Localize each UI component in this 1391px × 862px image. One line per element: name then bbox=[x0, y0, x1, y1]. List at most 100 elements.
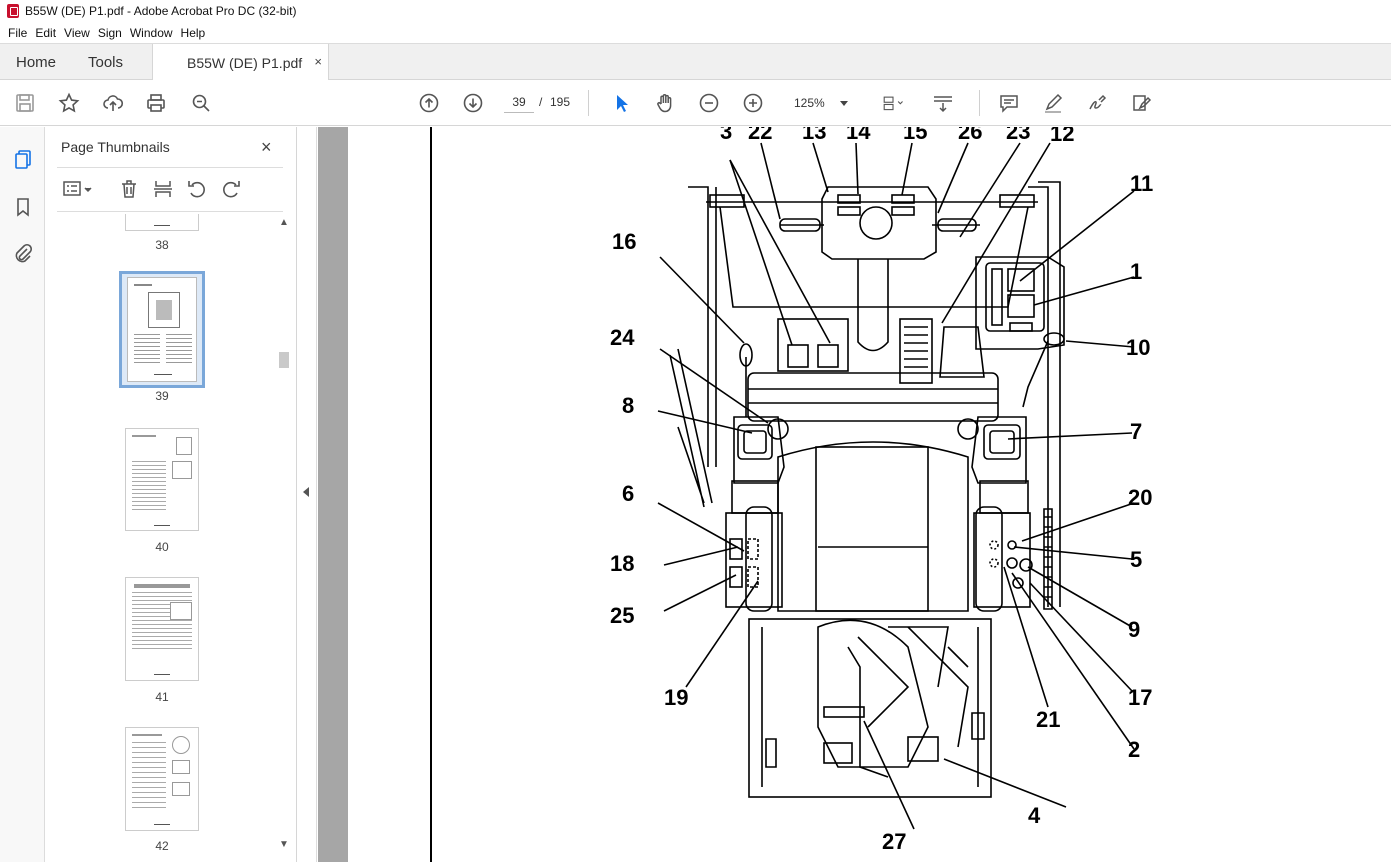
panel-collapse-handle[interactable] bbox=[297, 127, 317, 862]
star-icon[interactable] bbox=[56, 90, 82, 116]
page-thumbnails-icon[interactable] bbox=[11, 147, 35, 171]
thumbnail-label: 40 bbox=[155, 540, 169, 554]
scroll-mode-icon[interactable] bbox=[930, 90, 956, 116]
callout-13: 13 bbox=[802, 127, 826, 144]
toolbar-separator bbox=[979, 90, 980, 116]
page-up-icon[interactable] bbox=[416, 90, 442, 116]
page-down-icon[interactable] bbox=[460, 90, 486, 116]
tab-home[interactable]: Home bbox=[16, 44, 56, 80]
rotate-cw-icon[interactable] bbox=[219, 177, 243, 201]
left-rail bbox=[0, 127, 45, 862]
insert-pages-icon[interactable] bbox=[151, 177, 175, 201]
tab-document-label: B55W (DE) P1.pdf bbox=[187, 54, 303, 71]
window-title: B55W (DE) P1.pdf - Adobe Acrobat Pro DC … bbox=[25, 4, 297, 18]
title-bar: B55W (DE) P1.pdf - Adobe Acrobat Pro DC … bbox=[0, 0, 1391, 22]
rotate-ccw-icon[interactable] bbox=[185, 177, 209, 201]
save-icon[interactable] bbox=[12, 90, 38, 116]
thumbnail-page-selected[interactable] bbox=[119, 271, 205, 388]
callout-17: 17 bbox=[1128, 685, 1152, 710]
callout-15: 15 bbox=[903, 127, 927, 144]
callout-21: 21 bbox=[1036, 707, 1060, 732]
attachment-icon[interactable] bbox=[11, 241, 35, 265]
thumbnail-label: 41 bbox=[155, 690, 169, 704]
callout-24: 24 bbox=[610, 325, 635, 350]
callout-1: 1 bbox=[1130, 259, 1142, 284]
main-toolbar bbox=[0, 80, 1391, 126]
scroll-up-icon[interactable]: ▲ bbox=[279, 217, 289, 228]
thumbnail-page[interactable] bbox=[125, 727, 199, 831]
divider bbox=[57, 211, 283, 212]
print-icon[interactable] bbox=[143, 90, 169, 116]
page-separator: / bbox=[539, 95, 543, 109]
thumbnail-label: 38 bbox=[155, 238, 169, 252]
callout-8: 8 bbox=[622, 393, 634, 418]
callout-16: 16 bbox=[612, 229, 636, 254]
callout-20: 20 bbox=[1128, 485, 1152, 510]
menu-edit[interactable]: Edit bbox=[31, 26, 60, 40]
sign-icon[interactable] bbox=[1084, 90, 1110, 116]
callout-4: 4 bbox=[1028, 803, 1041, 828]
acrobat-app-icon bbox=[7, 4, 19, 18]
callout-5: 5 bbox=[1130, 547, 1142, 572]
scroll-down-icon[interactable]: ▼ bbox=[279, 839, 289, 850]
callout-2: 2 bbox=[1128, 737, 1140, 762]
page-total: 195 bbox=[550, 95, 571, 109]
tab-tools[interactable]: Tools bbox=[88, 44, 123, 80]
callout-10: 10 bbox=[1126, 335, 1150, 360]
panel-title: Page Thumbnails bbox=[61, 139, 170, 155]
tab-close-icon[interactable]: × bbox=[314, 54, 322, 69]
thumbnail-label: 42 bbox=[155, 839, 169, 853]
menu-sign[interactable]: Sign bbox=[94, 26, 126, 40]
thumbnail-label: 39 bbox=[155, 389, 169, 403]
search-zoom-icon[interactable] bbox=[188, 90, 214, 116]
menu-window[interactable]: Window bbox=[126, 26, 177, 40]
menu-bar: File Edit View Sign Window Help bbox=[0, 22, 1391, 43]
zoom-out-icon[interactable] bbox=[696, 90, 722, 116]
chevron-left-icon bbox=[303, 487, 309, 497]
callout-25: 25 bbox=[610, 603, 634, 628]
upload-icon[interactable] bbox=[100, 90, 126, 116]
menu-file[interactable]: File bbox=[4, 26, 31, 40]
cab-controls-diagram: 3 22 13 14 15 26 23 12 11 1 16 24 10 8 7… bbox=[610, 127, 1153, 854]
callout-22: 22 bbox=[748, 127, 772, 144]
select-cursor-icon[interactable] bbox=[608, 90, 634, 116]
tab-document[interactable]: B55W (DE) P1.pdf × bbox=[152, 44, 329, 81]
thumbnail-list: 38 39 40 41 42 bbox=[45, 214, 275, 859]
thumbnail-scrollbar[interactable]: ▲ ▼ bbox=[277, 217, 291, 857]
zoom-select[interactable]: 125% bbox=[788, 91, 854, 115]
callout-9: 9 bbox=[1128, 617, 1140, 642]
divider bbox=[57, 167, 283, 168]
document-viewer[interactable]: 3 22 13 14 15 26 23 12 11 1 16 24 10 8 7… bbox=[318, 127, 1391, 862]
options-menu-icon[interactable] bbox=[61, 177, 95, 201]
page-number-input[interactable]: 39 bbox=[504, 91, 534, 113]
chevron-down-icon bbox=[840, 101, 848, 106]
zoom-in-icon[interactable] bbox=[740, 90, 766, 116]
bookmark-icon[interactable] bbox=[11, 195, 35, 219]
callout-18: 18 bbox=[610, 551, 634, 576]
callout-14: 14 bbox=[846, 127, 871, 144]
menu-help[interactable]: Help bbox=[177, 26, 210, 40]
tab-bar: Home Tools B55W (DE) P1.pdf × bbox=[0, 43, 1391, 111]
comment-icon[interactable] bbox=[996, 90, 1022, 116]
zoom-value: 125% bbox=[794, 96, 825, 110]
callout-23: 23 bbox=[1006, 127, 1030, 144]
thumbnails-panel: Page Thumbnails × 38 39 40 41 42 ▲ ▼ bbox=[45, 127, 297, 862]
thumbnail-page[interactable] bbox=[125, 577, 199, 681]
pdf-page: 3 22 13 14 15 26 23 12 11 1 16 24 10 8 7… bbox=[348, 127, 1391, 862]
callout-19: 19 bbox=[664, 685, 688, 710]
panel-toolbar bbox=[59, 177, 289, 203]
menu-view[interactable]: View bbox=[60, 26, 94, 40]
highlight-icon[interactable] bbox=[1040, 90, 1066, 116]
callout-3: 3 bbox=[720, 127, 732, 144]
fit-page-icon[interactable] bbox=[875, 90, 911, 116]
thumbnail-page[interactable] bbox=[125, 428, 199, 531]
hand-icon[interactable] bbox=[652, 90, 678, 116]
callout-11: 11 bbox=[1130, 171, 1153, 196]
edit-pdf-icon[interactable] bbox=[1128, 90, 1154, 116]
callout-12: 12 bbox=[1050, 127, 1074, 146]
close-icon[interactable]: × bbox=[261, 137, 272, 158]
thumbnail-page[interactable] bbox=[125, 214, 199, 231]
delete-icon[interactable] bbox=[117, 177, 141, 201]
scrollbar-thumb[interactable] bbox=[279, 352, 289, 368]
callout-6: 6 bbox=[622, 481, 634, 506]
